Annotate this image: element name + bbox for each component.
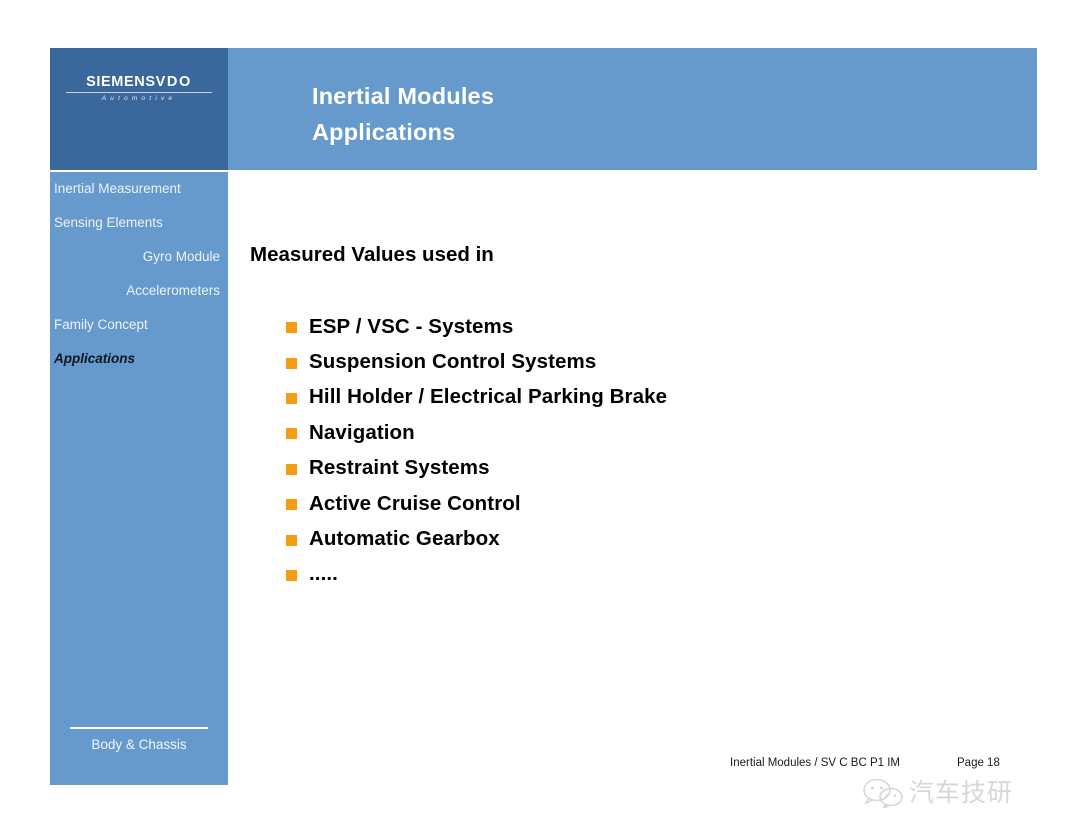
sidebar-item-family-concept[interactable]: Family Concept (54, 316, 224, 334)
list-item: Restraint Systems (286, 451, 667, 486)
content-heading: Measured Values used in (250, 243, 494, 266)
page-title: Inertial Modules Applications (312, 78, 494, 150)
sidebar-item-inertial-measurement[interactable]: Inertial Measurement (54, 180, 224, 198)
sidebar-item-gyro-module[interactable]: Gyro Module (50, 248, 220, 266)
siemens-vdo-logo: SIEMENSVDO Automotive (64, 74, 214, 102)
list-item: ESP / VSC - Systems (286, 309, 667, 344)
slide-title-bar: Inertial Modules Applications (228, 48, 1037, 170)
list-item: Hill Holder / Electrical Parking Brake (286, 380, 667, 415)
list-item: Suspension Control Systems (286, 344, 667, 379)
sidebar-footer: Body & Chassis (50, 727, 228, 752)
list-item-label: Restraint Systems (309, 456, 490, 480)
list-item-label: ..... (309, 562, 338, 586)
sidebar-navigation: Inertial Measurement Sensing Elements Gyro… (50, 172, 228, 785)
page-title-line-1: Inertial Modules (312, 83, 495, 109)
list-item: ..... (286, 557, 667, 592)
list-item-label: Suspension Control Systems (309, 350, 597, 374)
bullet-square-icon (286, 428, 297, 440)
list-item-label: ESP / VSC - Systems (309, 314, 514, 338)
list-item: Automatic Gearbox (286, 521, 667, 556)
list-item-label: Hill Holder / Electrical Parking Brake (309, 385, 668, 409)
logo-divider (66, 92, 212, 93)
footer-page-number: Page 18 (957, 757, 1000, 769)
list-item: Navigation (286, 415, 667, 450)
list-item-label: Automatic Gearbox (309, 527, 500, 551)
bullet-square-icon (286, 534, 297, 546)
list-item: Active Cruise Control (286, 486, 667, 521)
list-item-label: Active Cruise Control (309, 491, 521, 515)
bullet-list: ESP / VSC - Systems Suspension Control Sy… (286, 309, 667, 592)
list-item-label: Navigation (309, 420, 415, 444)
bullet-square-icon (286, 392, 297, 404)
logo-tagline: Automotive (101, 95, 177, 102)
sidebar-item-accelerometers[interactable]: Accelerometers (50, 282, 220, 300)
brand-logo-panel: SIEMENSVDO Automotive (50, 48, 228, 170)
page-title-line-2: Applications (312, 119, 456, 145)
bullet-square-icon (286, 357, 297, 369)
footer-reference: Inertial Modules / SV C BC P1 IM (730, 757, 901, 769)
bullet-square-icon (286, 569, 297, 581)
logo-brand-suffix: VDO (155, 74, 192, 90)
logo-brand-text: SIEMENS (86, 74, 156, 90)
presentation-slide: SIEMENSVDO Automotive Inertial Modules A… (0, 0, 1080, 835)
bullet-square-icon (286, 463, 297, 475)
sidebar-item-sensing-elements[interactable]: Sensing Elements (54, 214, 224, 232)
sidebar-item-applications[interactable]: Applications (54, 350, 224, 368)
sidebar-footer-label: Body & Chassis (91, 736, 187, 752)
bullet-square-icon (286, 499, 297, 511)
slide-content-area: Measured Values used in ESP / VSC - Syst… (228, 172, 1080, 835)
bullet-square-icon (286, 322, 297, 334)
sidebar-divider (70, 727, 208, 729)
logo-wordmark: SIEMENSVDO (64, 74, 214, 90)
